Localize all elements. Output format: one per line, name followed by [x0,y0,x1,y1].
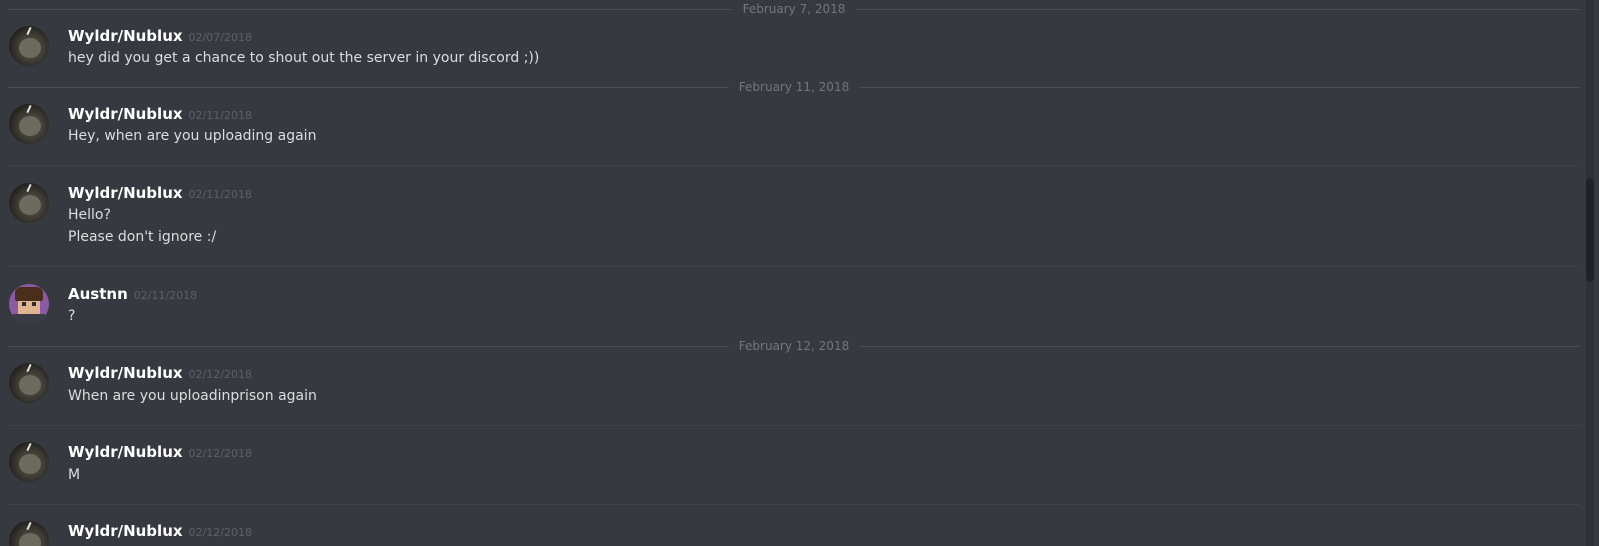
user-avatar[interactable] [9,183,49,223]
message-timestamp[interactable]: 02/11/2018 [189,188,252,201]
username[interactable]: Austnn [68,285,128,303]
cat-avatar-icon [19,533,41,546]
avatar-detail [26,363,32,373]
message-header: Wyldr/Nublux 02/12/2018 [68,443,252,463]
message-header: Wyldr/Nublux 02/11/2018 [68,184,252,204]
scrollbar-track[interactable] [1586,0,1594,546]
user-avatar[interactable] [9,363,49,403]
date-divider: February 7, 2018 [8,1,1580,17]
user-avatar[interactable] [9,104,49,144]
username[interactable]: Wyldr/Nublux [68,443,183,461]
avatar-detail [26,521,32,531]
date-divider-label: February 11, 2018 [728,79,860,95]
avatar-detail [15,287,43,301]
message-header: Wyldr/Nublux 02/12/2018 [68,364,252,384]
avatar-detail [26,183,32,193]
avatar-detail [26,26,32,36]
message-separator [8,504,1580,505]
message-timestamp[interactable]: 02/07/2018 [189,31,252,44]
message-text: M [68,467,81,483]
message-text: hey did you get a chance to shout out th… [68,50,540,66]
message-header: Wyldr/Nublux 02/11/2018 [68,105,252,125]
cat-avatar-icon [19,116,41,136]
username[interactable]: Wyldr/Nublux [68,364,183,382]
cat-avatar-icon [19,454,41,474]
username[interactable]: Wyldr/Nublux [68,184,183,202]
message-header: Wyldr/Nublux 02/07/2018 [68,27,252,47]
username[interactable]: Wyldr/Nublux [68,522,183,540]
username[interactable]: Wyldr/Nublux [68,27,183,45]
message-header: Wyldr/Nublux 02/12/2018 [68,522,252,542]
date-divider-label: February 12, 2018 [728,338,860,354]
message-separator [8,165,1580,166]
message-text: Hey, when are you uploading again [68,128,317,144]
cat-avatar-icon [19,375,41,395]
character-avatar-icon [13,314,45,324]
username[interactable]: Wyldr/Nublux [68,105,183,123]
scrollbar-thumb[interactable] [1586,178,1594,282]
message-text: Please don't ignore :/ [68,229,217,245]
message-timestamp[interactable]: 02/11/2018 [189,109,252,122]
avatar-detail [26,442,32,452]
user-avatar[interactable] [9,26,49,66]
message-separator [8,425,1580,426]
cat-avatar-icon [19,195,41,215]
message-timestamp[interactable]: 02/12/2018 [189,368,252,381]
user-avatar[interactable] [9,521,49,546]
avatar-detail [22,302,26,306]
message-list[interactable]: February 7, 2018 Wyldr/Nublux 02/07/2018 … [0,0,1599,546]
message-text: When are you uploadinprison again [68,388,317,404]
date-divider: February 12, 2018 [8,338,1580,354]
avatar-detail [32,302,36,306]
message-separator [8,266,1580,267]
message-text: ? [68,308,76,324]
date-divider: February 11, 2018 [8,79,1580,95]
message-header: Austnn 02/11/2018 [68,285,197,305]
message-timestamp[interactable]: 02/12/2018 [189,526,252,539]
cat-avatar-icon [19,38,41,58]
message-timestamp[interactable]: 02/12/2018 [189,447,252,460]
user-avatar[interactable] [9,284,49,324]
date-divider-label: February 7, 2018 [732,1,856,17]
message-timestamp[interactable]: 02/11/2018 [134,289,197,302]
user-avatar[interactable] [9,442,49,482]
message-text: Hello? [68,207,111,223]
avatar-detail [26,104,32,114]
